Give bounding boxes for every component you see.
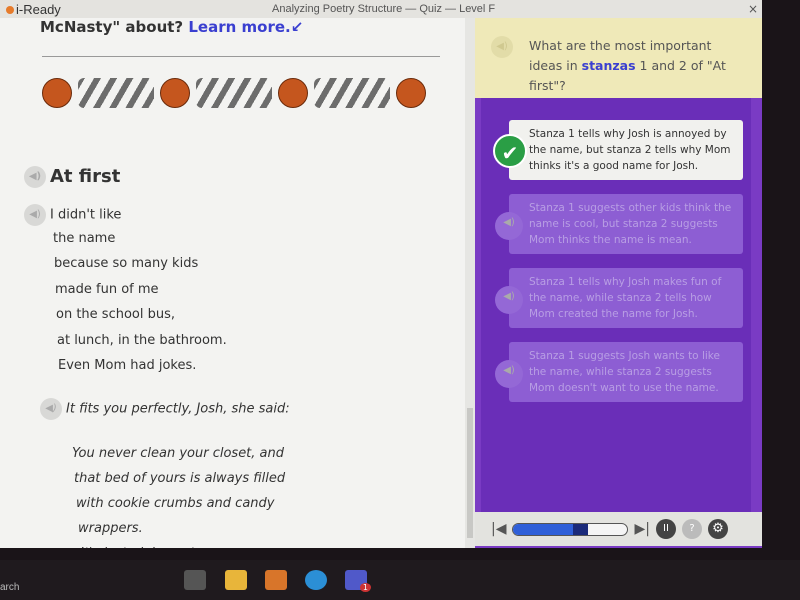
poem-line: that bed of yours is always filled	[74, 471, 286, 486]
window-title: Analyzing Poetry Structure — Quiz — Leve…	[272, 3, 496, 15]
settings-gear-icon[interactable]: ⚙	[707, 519, 728, 539]
basketball-icon	[278, 78, 308, 108]
poem-title-text: At first	[50, 166, 121, 187]
poem-line: at lunch, in the bathroom.	[57, 332, 227, 348]
teams-badge: 1	[359, 583, 371, 592]
pause-button[interactable]: II	[655, 519, 676, 539]
basketball-icon	[396, 78, 426, 108]
poem-line: It's just plain nasty, son.	[80, 546, 237, 548]
poem-line: because so many kids	[54, 256, 199, 271]
footprints-icon	[314, 78, 390, 108]
speaker-icon[interactable]: ◀)	[24, 166, 46, 188]
progress-fill	[513, 523, 573, 535]
file-explorer-icon[interactable]	[225, 570, 247, 590]
passage-prompt: McNasty" about? Learn more.↙	[40, 18, 303, 36]
option-text: Stanza 1 suggests other kids think the n…	[529, 202, 732, 246]
learn-more-link[interactable]: Learn more.	[188, 18, 290, 36]
close-button[interactable]: ×	[748, 2, 758, 16]
option-text: Stanza 1 tells why Josh is annoyed by th…	[529, 128, 731, 172]
basketball-icon	[160, 78, 190, 108]
player-controls: |◀ ▶| II ? ⚙	[475, 512, 762, 546]
question-panel: ◀) What are the most important ideas in …	[475, 18, 762, 548]
taskbar: 1	[0, 560, 800, 600]
poem-line: ◀) I didn't like	[24, 204, 121, 226]
footprints-icon	[196, 78, 272, 108]
task-view-icon[interactable]	[184, 570, 206, 590]
decorative-border	[42, 78, 426, 108]
basketball-icon	[42, 78, 72, 108]
scrollbar[interactable]	[465, 18, 475, 548]
poem-line: ◀) It fits you perfectly, Josh, she said:	[40, 398, 290, 420]
poem-line: Even Mom had jokes.	[58, 358, 197, 373]
line-text: It fits you perfectly, Josh, she said:	[66, 401, 290, 417]
poem-line: You never clean your closet, and	[72, 446, 285, 461]
answer-option-2[interactable]: ◀) Stanza 1 suggests other kids think the…	[495, 194, 743, 254]
poem-line: made fun of me	[55, 281, 159, 297]
answer-option-3[interactable]: ◀) Stanza 1 tells why Josh makes fun of t…	[495, 268, 743, 328]
poem-title: ◀) At first	[24, 166, 120, 188]
option-text: Stanza 1 tells why Josh makes fun of the…	[529, 276, 722, 320]
help-button[interactable]: ?	[681, 519, 702, 539]
stanzas-term-link[interactable]: stanzas	[582, 58, 636, 73]
divider	[42, 56, 440, 57]
skip-back-button[interactable]: |◀	[491, 521, 506, 537]
search-box[interactable]: arch	[0, 582, 19, 593]
scrollbar-thumb[interactable]	[467, 408, 473, 538]
skip-forward-button[interactable]: ▶|	[634, 521, 649, 537]
speaker-icon[interactable]: ◀)	[24, 204, 46, 226]
poem-line: wrappers.	[78, 521, 143, 536]
logo-text: i-Ready	[16, 2, 61, 17]
speaker-icon[interactable]: ◀)	[495, 360, 523, 388]
arrow-icon: ↙	[290, 18, 304, 36]
answer-options: ✔ Stanza 1 tells why Josh is annoyed by t…	[481, 98, 751, 518]
question: ◀) What are the most important ideas in …	[475, 18, 762, 98]
passage-panel: McNasty" about? Learn more.↙ ◀) At first …	[0, 18, 465, 548]
poem-line: the name	[53, 230, 116, 246]
store-icon[interactable]	[265, 570, 287, 590]
speaker-icon[interactable]: ◀)	[40, 398, 62, 420]
answer-option-1[interactable]: ✔ Stanza 1 tells why Josh is annoyed by t…	[493, 120, 743, 180]
answer-option-4[interactable]: ◀) Stanza 1 suggests Josh wants to like t…	[495, 342, 743, 402]
buffer-fill	[572, 523, 588, 535]
footprints-icon	[78, 78, 154, 108]
poem-line: with cookie crumbs and candy	[76, 496, 275, 511]
progress-bar[interactable]	[512, 522, 629, 536]
speaker-icon[interactable]: ◀)	[495, 212, 523, 240]
line-text: I didn't like	[50, 207, 122, 223]
poem-line: on the school bus,	[56, 307, 175, 322]
iready-logo: i-Ready	[6, 2, 61, 17]
title-bar: i-Ready Analyzing Poetry Structure — Qui…	[0, 0, 762, 18]
speaker-icon[interactable]: ◀)	[495, 286, 523, 314]
speaker-icon[interactable]: ◀)	[491, 36, 513, 58]
edge-icon[interactable]	[305, 570, 327, 590]
teams-icon[interactable]: 1	[345, 570, 371, 592]
check-icon: ✔	[493, 134, 527, 168]
option-text: Stanza 1 suggests Josh wants to like the…	[529, 350, 720, 394]
prompt-text: McNasty" about?	[40, 18, 184, 36]
